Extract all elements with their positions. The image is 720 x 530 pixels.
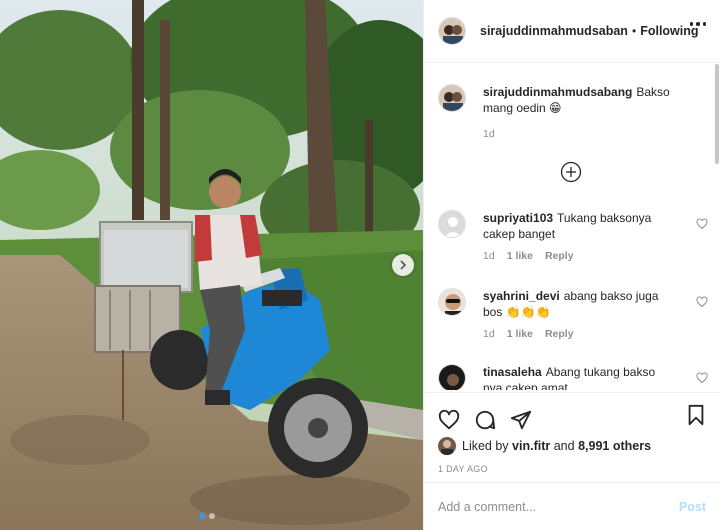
post-date[interactable]: 1 DAY AGO — [424, 455, 720, 474]
header-separator: • — [632, 24, 637, 38]
avatar-image — [439, 85, 465, 111]
comment-likes[interactable]: 1 like — [507, 248, 533, 264]
share-icon — [510, 410, 532, 430]
share-button[interactable] — [510, 409, 532, 431]
next-photo-button[interactable] — [392, 254, 414, 276]
post-header: sirajuddinmahmudsabang • Following — [424, 0, 720, 63]
carousel-dot — [199, 513, 205, 519]
comments-list[interactable]: sirajuddinmahmudsabang Bakso mang oedin 😁… — [424, 64, 720, 390]
avatar-image — [439, 365, 465, 390]
comment-item: syahrini_devi abang bakso juga bos 👏👏👏 1d… — [438, 288, 708, 342]
caption: sirajuddinmahmudsabang Bakso mang oedin 😁… — [438, 84, 708, 142]
liker-username[interactable]: vin.fitr — [512, 439, 550, 453]
post-comment-button[interactable]: Post — [679, 500, 706, 514]
comments-scrollbar[interactable] — [715, 64, 719, 164]
avatar[interactable] — [438, 84, 466, 112]
post-actions: Liked by vin.fitr and 8,991 others 1 DAY… — [424, 392, 720, 482]
comment-item: supriyati103 Tukang baksonya cakep banget… — [438, 210, 708, 264]
comment-likes[interactable]: 1 like — [507, 326, 533, 342]
heart-icon[interactable] — [696, 372, 708, 384]
caption-username[interactable]: sirajuddinmahmudsabang — [483, 85, 632, 99]
avatar[interactable] — [438, 364, 466, 390]
avatar-image — [439, 289, 465, 315]
likes-others[interactable]: 8,991 others — [578, 439, 651, 453]
like-button[interactable] — [438, 409, 460, 431]
save-icon — [688, 404, 704, 426]
avatar[interactable] — [438, 210, 466, 238]
carousel-dot — [209, 513, 215, 519]
load-more-comments-button[interactable] — [560, 161, 582, 183]
comment-username[interactable]: tinasaleha — [483, 365, 542, 379]
comment-item: tinasaleha Abang tukang bakso nya cakep a… — [438, 364, 708, 390]
carousel-indicator — [199, 513, 215, 519]
heart-icon[interactable] — [696, 296, 708, 308]
default-avatar-icon — [439, 211, 465, 237]
heart-icon — [438, 409, 460, 430]
reply-button[interactable]: Reply — [545, 326, 574, 342]
add-comment-bar: Post — [424, 482, 720, 530]
post-photo-illustration — [0, 0, 423, 530]
avatar[interactable] — [438, 437, 456, 455]
likes-prefix: Liked by — [462, 439, 509, 453]
likes-summary[interactable]: Liked by vin.fitr and 8,991 others — [424, 437, 720, 455]
comment-time[interactable]: 1d — [483, 326, 495, 342]
save-button[interactable] — [685, 404, 707, 429]
comment-button[interactable] — [474, 409, 496, 431]
likes-connector: and — [553, 439, 575, 453]
comment-username[interactable]: supriyati103 — [483, 211, 553, 225]
caption-time[interactable]: 1d — [483, 126, 495, 142]
following-button[interactable]: Following — [640, 24, 698, 38]
more-icon[interactable] — [689, 22, 706, 26]
heart-icon[interactable] — [696, 218, 708, 230]
reply-button[interactable]: Reply — [545, 248, 574, 264]
avatar[interactable] — [438, 17, 466, 45]
chevron-right-icon — [400, 260, 407, 270]
comment-time[interactable]: 1d — [483, 248, 495, 264]
avatar[interactable] — [438, 288, 466, 316]
comment-icon — [475, 410, 496, 430]
plus-circle-icon — [560, 161, 582, 183]
post-details-panel: sirajuddinmahmudsabang • Following siraj… — [423, 0, 720, 530]
liker-avatar-image — [438, 437, 456, 455]
post-photo[interactable] — [0, 0, 423, 530]
avatar-image — [439, 18, 465, 44]
post-author-username[interactable]: sirajuddinmahmudsabang — [480, 24, 628, 38]
comment-input[interactable] — [438, 499, 679, 514]
comment-username[interactable]: syahrini_devi — [483, 289, 560, 303]
